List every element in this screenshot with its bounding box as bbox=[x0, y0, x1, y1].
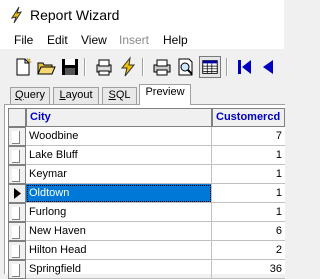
cell-city[interactable]: New Haven bbox=[26, 222, 212, 241]
print-preview-icon[interactable] bbox=[93, 56, 115, 78]
first-record-icon[interactable] bbox=[233, 56, 255, 78]
row-selector[interactable] bbox=[8, 184, 26, 203]
tab-layout[interactable]: Layout bbox=[53, 87, 99, 104]
pencil-lightning-icon bbox=[10, 6, 23, 24]
tab-strip: Query Layout SQL Preview bbox=[0, 84, 284, 105]
lightning-icon[interactable] bbox=[117, 56, 139, 78]
menu-help[interactable]: Help bbox=[163, 33, 188, 47]
row-selector[interactable] bbox=[8, 260, 26, 279]
row-selector[interactable] bbox=[8, 146, 26, 165]
menu-view[interactable]: View bbox=[81, 33, 107, 47]
toolbar-separator bbox=[142, 58, 144, 76]
menu-bar: File Edit View Insert Help bbox=[0, 30, 284, 49]
cell-city[interactable]: Keymar bbox=[26, 165, 212, 184]
results-grid[interactable]: City Customercd Woodbine 7 Lake Bluff 1 Keym… bbox=[4, 104, 285, 279]
window-title: Report Wizard bbox=[30, 7, 120, 23]
save-disk-icon[interactable] bbox=[59, 56, 81, 78]
cell-customercd[interactable]: 2 bbox=[212, 241, 285, 260]
grid-view-icon[interactable] bbox=[199, 56, 221, 78]
row-selector[interactable] bbox=[8, 241, 26, 260]
cell-city[interactable]: Lake Bluff bbox=[26, 146, 212, 165]
previous-record-icon[interactable] bbox=[257, 56, 279, 78]
cell-customercd[interactable]: 1 bbox=[212, 146, 285, 165]
row-selector-bar bbox=[12, 131, 20, 144]
row-selector-bar bbox=[12, 226, 20, 239]
toolbar-separator bbox=[84, 58, 86, 76]
toolbar bbox=[0, 50, 284, 82]
cell-customercd[interactable]: 1 bbox=[212, 165, 285, 184]
cell-city[interactable]: Hilton Head bbox=[26, 241, 212, 260]
column-header-city[interactable]: City bbox=[26, 108, 212, 127]
row-selector-bar bbox=[12, 169, 20, 182]
magnifier-page-icon[interactable] bbox=[175, 56, 197, 78]
row-selector-bar bbox=[12, 264, 20, 277]
cell-customercd[interactable]: 36 bbox=[212, 260, 285, 279]
row-selector-bar bbox=[12, 150, 20, 163]
cell-customercd[interactable]: 6 bbox=[212, 222, 285, 241]
toolbar-separator bbox=[226, 58, 228, 76]
row-selector-bar bbox=[12, 207, 20, 220]
cell-city[interactable]: Woodbine bbox=[26, 127, 212, 146]
printer-icon[interactable] bbox=[151, 56, 173, 78]
column-header-customercd[interactable]: Customercd bbox=[212, 108, 285, 127]
row-selector[interactable] bbox=[8, 127, 26, 146]
cell-customercd[interactable]: 1 bbox=[212, 184, 285, 203]
row-selector-header bbox=[8, 108, 26, 127]
row-selector[interactable] bbox=[8, 165, 26, 184]
current-row-arrow-icon bbox=[14, 188, 21, 199]
row-selector[interactable] bbox=[8, 203, 26, 222]
menu-file[interactable]: File bbox=[14, 33, 33, 47]
menu-edit[interactable]: Edit bbox=[47, 33, 68, 47]
row-selector-bar bbox=[12, 245, 20, 258]
row-selector[interactable] bbox=[8, 222, 26, 241]
cell-city[interactable]: Furlong bbox=[26, 203, 212, 222]
tab-preview[interactable]: Preview bbox=[139, 84, 191, 105]
open-folder-icon[interactable] bbox=[35, 56, 57, 78]
tab-query[interactable]: Query bbox=[10, 87, 50, 104]
cell-customercd[interactable]: 1 bbox=[212, 203, 285, 222]
cell-city[interactable]: Springfield bbox=[26, 260, 212, 279]
cell-customercd[interactable]: 7 bbox=[212, 127, 285, 146]
new-icon[interactable] bbox=[12, 56, 34, 78]
title-bar: Report Wizard bbox=[0, 0, 284, 30]
menu-insert[interactable]: Insert bbox=[119, 33, 149, 47]
cell-city[interactable]: Oldtown bbox=[26, 184, 212, 203]
tab-sql[interactable]: SQL bbox=[102, 87, 137, 104]
